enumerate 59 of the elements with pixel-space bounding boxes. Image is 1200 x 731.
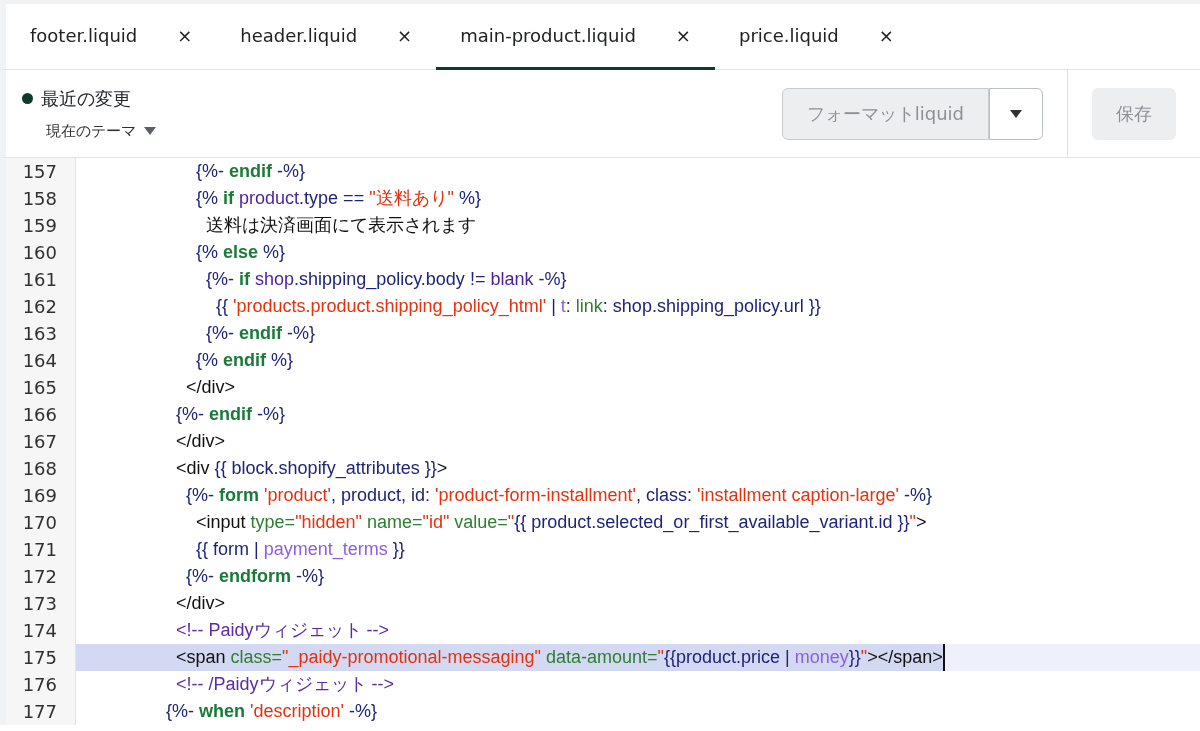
line-number: 166: [6, 401, 76, 428]
code-text: {%- when 'description' -%}: [165, 700, 377, 723]
code-text: {%- endif -%}: [205, 322, 316, 345]
line-number: 158: [6, 185, 76, 212]
code-text: {% else %}: [195, 241, 286, 264]
code-text: <span class="_paidy-promotional-messaging" data-amount="{{product.price | money}}"></span>: [76, 644, 945, 671]
format-options-button[interactable]: [989, 87, 1043, 140]
line-number: 170: [6, 509, 76, 536]
code-text: 送料は決済画面にて表示されます: [205, 214, 477, 237]
line-number: 173: [6, 590, 76, 617]
close-tab-button[interactable]: ×: [397, 22, 413, 49]
editor-tab[interactable]: footer.liquid ×: [6, 4, 217, 70]
line-number: 164: [6, 347, 76, 374]
code-text: {{ form | payment_terms }}: [195, 538, 405, 562]
theme-dropdown[interactable]: 現在のテーマ: [46, 119, 156, 143]
code-text: <!-- /Paidyウィジェット -->: [175, 673, 395, 696]
editor-tab[interactable]: main-product.liquid ×: [436, 4, 715, 70]
code-text: </div>: [175, 592, 226, 615]
tab-label[interactable]: price.liquid: [738, 22, 839, 49]
code-text: {%- endform -%}: [185, 565, 325, 588]
code-text: <input type="hidden" name="id" value="{{ product.selected_or_first_available_variant.id }}">: [195, 511, 927, 535]
line-number: 159: [6, 212, 76, 239]
tab-label[interactable]: main-product.liquid: [460, 22, 636, 49]
line-number: 177: [6, 698, 76, 725]
line-number: 172: [6, 563, 76, 590]
code-text: </div>: [185, 376, 236, 399]
line-number: 174: [6, 617, 76, 644]
line-number: 171: [6, 536, 76, 563]
editor-tab[interactable]: header.liquid ×: [216, 4, 437, 70]
line-number: 160: [6, 239, 76, 266]
line-number: 169: [6, 482, 76, 509]
code-text: {%- form 'product', product, id: 'product-form-installment', class: 'installment caption-large' -%}: [185, 484, 932, 507]
line-number: 157: [6, 158, 76, 185]
code-text: <!-- Paidyウィジェット -->: [175, 619, 390, 642]
close-tab-button[interactable]: ×: [177, 22, 193, 49]
caret-down-icon: [1010, 109, 1022, 118]
tab-label[interactable]: header.liquid: [240, 22, 358, 49]
code-text: {%- endif -%}: [195, 160, 306, 183]
line-number: 163: [6, 320, 76, 347]
editor-tab[interactable]: price.liquid ×: [714, 4, 918, 70]
close-tab-button[interactable]: ×: [878, 22, 894, 49]
line-number: 165: [6, 374, 76, 401]
code-text: {%- if shop.shipping_policy.body != blank -%}: [205, 268, 567, 292]
code-text: <div {{ block.shopify_attributes }}>: [175, 457, 448, 481]
status-label: 最近の変更: [41, 86, 131, 111]
code-text: {{ 'products.product.shipping_policy_html' | t: link: shop.shipping_policy.url }}: [215, 295, 821, 319]
tab-label[interactable]: footer.liquid: [30, 22, 138, 49]
line-number: 161: [6, 266, 76, 293]
caret-down-icon: [144, 127, 156, 135]
code-text: {% if product.type == "送料あり" %}: [195, 187, 481, 210]
line-number: 176: [6, 671, 76, 698]
code-text: </div>: [175, 430, 226, 453]
line-number: 168: [6, 455, 76, 482]
close-tab-button[interactable]: ×: [675, 22, 691, 49]
line-number: 175: [6, 644, 76, 671]
code-text: {% endif %}: [195, 349, 294, 372]
code-text: {%- endif -%}: [175, 403, 286, 426]
line-number: 162: [6, 293, 76, 320]
line-number: 167: [6, 428, 76, 455]
